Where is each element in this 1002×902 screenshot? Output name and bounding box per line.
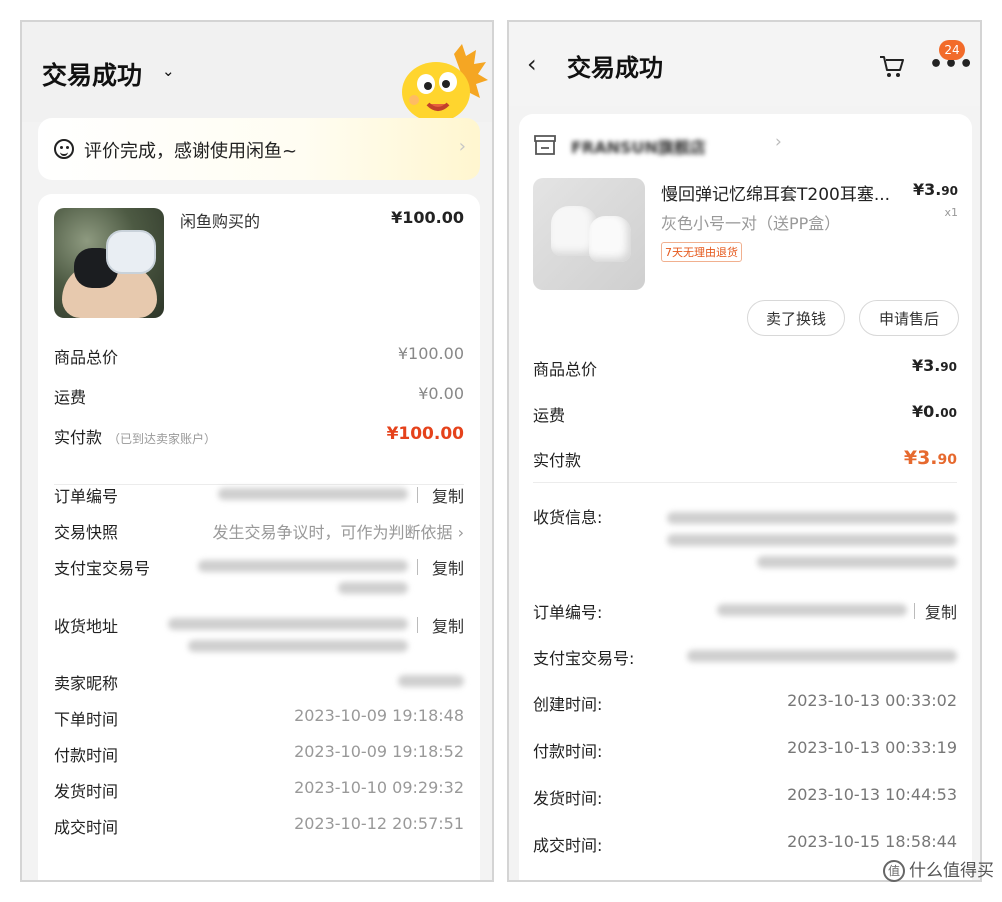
product-qty: x1 xyxy=(944,206,958,219)
shop-icon xyxy=(534,135,556,155)
summary-row: 商品总价 ¥100.00 xyxy=(54,344,464,367)
product-name[interactable]: 慢回弹记忆绵耳套T200耳塞... xyxy=(661,180,917,205)
info-row-seller: 卖家昵称 xyxy=(54,670,464,694)
after-sale-button[interactable]: 申请售后 xyxy=(859,300,959,336)
copy-button[interactable]: 复制 xyxy=(432,483,464,507)
info-row-pay-time: 付款时间: 2023-10-13 00:33:19 xyxy=(533,738,957,761)
info-row-order-no: 订单编号 复制 xyxy=(54,483,464,507)
summary-row: 运费 ¥0.00 xyxy=(533,402,957,425)
watermark-logo-icon: 值 xyxy=(883,860,905,882)
info-row-deal-time: 成交时间: 2023-10-15 18:58:44 xyxy=(533,832,957,855)
copy-button[interactable]: 复制 xyxy=(925,599,957,623)
product-price: ¥3.90 xyxy=(912,180,958,199)
notice-text: 评价完成，感谢使用闲鱼~ xyxy=(84,141,298,162)
watermark: 值什么值得买 xyxy=(883,856,994,882)
cart-icon[interactable] xyxy=(879,54,905,78)
summary-row: 运费 ¥0.00 xyxy=(54,384,464,407)
info-row-deal-time: 成交时间 2023-10-12 20:57:51 xyxy=(54,814,464,837)
info-row-snapshot[interactable]: 交易快照 发生交易争议时，可作为判断依据 › xyxy=(54,519,464,543)
order-header: 交易成功 ⌄ xyxy=(22,22,492,122)
summary-row-paid: 实付款 （已到达卖家账户） ¥100.00 xyxy=(54,424,464,447)
product-thumbnail[interactable] xyxy=(533,178,645,290)
info-row-order-no: 订单编号: 复制 xyxy=(533,599,957,625)
chevron-right-icon: › xyxy=(775,132,782,152)
collapse-button[interactable]: 收起 ⌃ xyxy=(38,877,480,882)
product-name[interactable]: 闲鱼购买的 xyxy=(180,208,260,232)
info-row-create-time: 创建时间: 2023-10-13 00:33:02 xyxy=(533,691,957,714)
summary-row: 商品总价 ¥3.90 xyxy=(533,356,957,379)
divider xyxy=(533,482,957,483)
summary-row-paid: 实付款 ¥3.90 xyxy=(533,447,957,470)
page-title: 交易成功 xyxy=(42,61,143,90)
info-row-alipay-no: 支付宝交易号 复制 xyxy=(54,555,464,595)
chevron-right-icon: › xyxy=(458,136,466,157)
chevron-up-icon: ⌃ xyxy=(271,881,284,882)
info-row-shipping: 收货信息: xyxy=(533,504,957,574)
shop-name[interactable]: FRANSUN旗舰店 xyxy=(571,134,706,158)
product-spec: 灰色小号一对（送PP盒） xyxy=(661,214,841,233)
left-screenshot: 交易成功 ⌄ 评价完成，感谢使用闲鱼~ › 闲鱼购买的 ¥100.00 商品总价… xyxy=(20,20,494,882)
product-thumbnail[interactable] xyxy=(54,208,164,318)
chevron-down-icon[interactable]: ⌄ xyxy=(162,62,175,80)
copy-button[interactable]: 复制 xyxy=(432,613,464,637)
right-screenshot: ‹ 交易成功 ••• 24 FRANSUN旗舰店 › 慢回弹记忆绵耳套T200耳… xyxy=(507,20,982,882)
info-row-alipay-no: 支付宝交易号: xyxy=(533,645,957,671)
copy-button[interactable]: 复制 xyxy=(432,555,464,579)
info-row-address: 收货地址 复制 xyxy=(54,613,464,653)
sell-button[interactable]: 卖了换钱 xyxy=(747,300,845,336)
info-row-order-time: 下单时间 2023-10-09 19:18:48 xyxy=(54,706,464,729)
info-row-ship-time: 发货时间 2023-10-10 09:29:32 xyxy=(54,778,464,801)
order-card: 闲鱼购买的 ¥100.00 商品总价 ¥100.00 运费 ¥0.00 实付款（… xyxy=(38,194,480,882)
fish-mascot-icon xyxy=(402,44,488,122)
review-notice-bar[interactable]: 评价完成，感谢使用闲鱼~ › xyxy=(38,118,480,180)
page-title: 交易成功 xyxy=(567,54,663,82)
product-price: ¥100.00 xyxy=(391,208,464,227)
notification-badge: 24 xyxy=(939,40,965,60)
info-row-ship-time: 发货时间: 2023-10-13 10:44:53 xyxy=(533,785,957,808)
smile-icon xyxy=(54,139,74,159)
back-arrow-icon[interactable]: ‹ xyxy=(527,50,537,78)
return-policy-tag: 7天无理由退货 xyxy=(661,242,742,262)
info-row-pay-time: 付款时间 2023-10-09 19:18:52 xyxy=(54,742,464,765)
order-card: FRANSUN旗舰店 › 慢回弹记忆绵耳套T200耳塞... ¥3.90 x1 … xyxy=(519,114,972,880)
order-header: ‹ 交易成功 ••• 24 xyxy=(509,22,980,106)
